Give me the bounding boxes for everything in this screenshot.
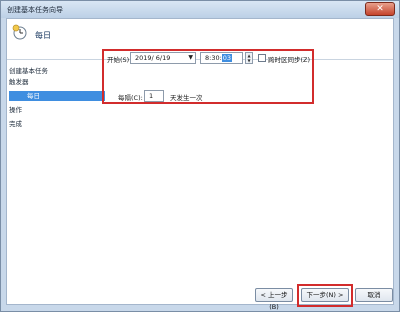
wizard-window: 创建基本任务向导 ✕ 每日 创建基本任务 触发器 每日 操作 完成 开始(S):… [0, 0, 400, 312]
time-spinner[interactable]: ▲ ▼ [245, 52, 253, 64]
nav-item-finish[interactable]: 完成 [9, 119, 105, 129]
close-button[interactable]: ✕ [365, 2, 395, 16]
start-date-picker[interactable]: 2019/ 6/19 ▼ [130, 52, 196, 64]
recur-suffix: 天发生一次 [170, 94, 203, 102]
next-button[interactable]: 下一步(N) > [301, 288, 349, 302]
nav-item-create-basic-task[interactable]: 创建基本任务 [9, 66, 105, 76]
recur-days-input[interactable]: 1 [144, 90, 164, 102]
start-label: 开始(S): [107, 56, 132, 64]
start-time-value: 8:30: [205, 54, 222, 62]
recur-label: 每隔(C): [118, 94, 143, 102]
nav-item-daily[interactable]: 每日 [9, 91, 105, 101]
close-icon: ✕ [376, 4, 384, 14]
page-title: 每日 [35, 31, 51, 40]
start-time-selected-seconds: 03 [221, 54, 233, 62]
nav-item-trigger[interactable]: 触发器 [9, 77, 105, 87]
task-clock-icon [12, 24, 27, 40]
spin-down-icon[interactable]: ▼ [246, 58, 252, 63]
recur-days-value: 1 [149, 92, 154, 100]
chevron-down-icon[interactable]: ▼ [188, 53, 193, 63]
window-title: 创建基本任务向导 [7, 6, 63, 14]
sync-timezone-label: 跨时区同步(Z) [268, 56, 311, 64]
start-time-field[interactable]: 8:30:03 [200, 52, 243, 64]
back-button[interactable]: < 上一步(B) [255, 288, 293, 311]
start-date-value: 2019/ 6/19 [135, 54, 171, 62]
title-bar: 创建基本任务向导 ✕ [1, 1, 399, 18]
nav-item-action[interactable]: 操作 [9, 105, 105, 115]
sync-timezone-checkbox[interactable] [258, 54, 266, 62]
cancel-button[interactable]: 取消 [355, 288, 393, 302]
